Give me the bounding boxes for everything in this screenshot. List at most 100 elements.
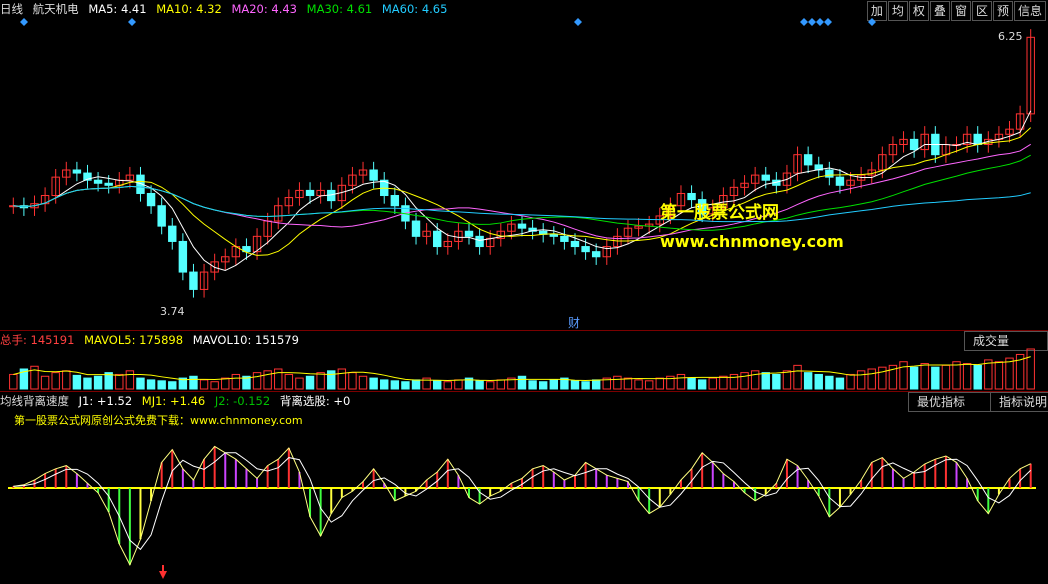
event-diamond-icon bbox=[574, 18, 582, 26]
volume-bar bbox=[369, 377, 378, 390]
volume-bar bbox=[125, 370, 135, 390]
finance-event-marker[interactable]: 财 bbox=[568, 314, 580, 331]
volume-bar bbox=[295, 377, 304, 390]
volume-bar bbox=[623, 377, 633, 390]
candle-body bbox=[157, 205, 166, 227]
volume-bar bbox=[454, 379, 463, 390]
volume-bar bbox=[931, 366, 940, 390]
candle-body bbox=[411, 220, 421, 237]
volume-bar bbox=[803, 372, 813, 390]
volume-bar bbox=[62, 370, 71, 390]
volume-bar bbox=[867, 368, 876, 390]
candle-body bbox=[909, 138, 919, 151]
volume-bar bbox=[814, 373, 823, 390]
volume-bar bbox=[538, 381, 548, 390]
candle-body bbox=[517, 223, 527, 229]
volume-bar bbox=[337, 368, 347, 390]
volume-bar bbox=[358, 375, 368, 390]
candle-body bbox=[973, 133, 982, 145]
volume-bar bbox=[83, 377, 92, 390]
buy-arrow-icon bbox=[159, 565, 167, 579]
volume-bar bbox=[199, 379, 209, 390]
candle-body bbox=[146, 192, 156, 207]
volume-panel[interactable]: 总手: 145191 MAVOL5: 175898 MAVOL10: 15157… bbox=[0, 331, 1048, 392]
volume-bar bbox=[878, 366, 887, 390]
candle-body bbox=[189, 271, 198, 290]
volume-bar bbox=[761, 372, 770, 390]
indicator-panel[interactable]: 均线背离速度 J1: +1.52 MJ1: +1.46 J2: -0.152 背… bbox=[0, 392, 1048, 584]
volume-bar bbox=[750, 370, 760, 390]
volume-bar bbox=[941, 364, 951, 390]
volume-bar bbox=[284, 373, 294, 390]
candle-body bbox=[305, 189, 315, 197]
volume-bar bbox=[984, 359, 993, 390]
volume-bar bbox=[411, 379, 421, 390]
volume-bars[interactable] bbox=[0, 331, 1048, 391]
volume-bar bbox=[793, 364, 802, 390]
volume-bar bbox=[40, 375, 50, 390]
candle-body bbox=[570, 240, 580, 248]
volume-bar bbox=[549, 379, 559, 390]
j1-line bbox=[13, 445, 1031, 566]
volume-bar bbox=[719, 375, 728, 390]
volume-bar bbox=[157, 380, 166, 390]
candle-body bbox=[72, 169, 82, 174]
volume-bar bbox=[231, 373, 241, 390]
volume-bar bbox=[210, 381, 219, 390]
candle-body bbox=[581, 246, 590, 253]
volume-bar bbox=[93, 375, 103, 390]
volume-bar bbox=[952, 361, 961, 390]
volume-bar bbox=[676, 373, 686, 390]
volume-bar bbox=[909, 366, 919, 390]
volume-bar bbox=[401, 381, 410, 390]
volume-bar bbox=[994, 361, 1004, 390]
candle-body bbox=[825, 169, 834, 178]
volume-bar bbox=[634, 379, 643, 390]
candlestick-chart[interactable] bbox=[0, 0, 1048, 330]
volume-bar bbox=[613, 375, 622, 390]
volume-bar bbox=[528, 380, 537, 390]
volume-bar bbox=[72, 374, 82, 390]
volume-bar bbox=[687, 377, 696, 390]
volume-bar bbox=[443, 381, 453, 390]
candle-body bbox=[369, 169, 378, 181]
candle-body bbox=[433, 230, 442, 248]
volume-bar bbox=[168, 381, 177, 390]
volume-bar bbox=[962, 363, 972, 390]
volume-bar bbox=[305, 375, 315, 390]
volume-bar bbox=[581, 381, 590, 390]
candle-body bbox=[560, 235, 569, 242]
event-diamond-icon bbox=[824, 18, 832, 26]
indicator-chart[interactable] bbox=[0, 392, 1048, 584]
candle-body bbox=[835, 176, 845, 186]
event-diamond-icon bbox=[808, 18, 816, 26]
volume-bar bbox=[433, 380, 442, 390]
volume-bar bbox=[782, 370, 792, 390]
volume-bar bbox=[252, 372, 262, 390]
watermark-title: 第一股票公式网 bbox=[660, 203, 779, 223]
volume-bar bbox=[835, 377, 845, 390]
candle-body bbox=[549, 233, 559, 237]
watermark-url: www.chnmoney.com bbox=[660, 232, 844, 251]
volume-bar bbox=[221, 377, 230, 390]
volume-bar bbox=[475, 380, 484, 390]
volume-bar bbox=[644, 380, 654, 390]
volume-bar bbox=[772, 373, 781, 390]
volume-bar bbox=[570, 380, 580, 390]
candle-body bbox=[93, 179, 103, 184]
volume-bar bbox=[136, 377, 145, 390]
volume-bar bbox=[189, 375, 198, 390]
volume-bar bbox=[825, 375, 834, 390]
volume-bar bbox=[697, 379, 707, 390]
volume-bar bbox=[316, 372, 325, 390]
price-panel[interactable]: 日线 航天机电 MA5: 4.41 MA10: 4.32 MA20: 4.43 … bbox=[0, 0, 1048, 331]
candle-body bbox=[464, 230, 474, 237]
volume-bar bbox=[591, 379, 601, 390]
candle-body bbox=[475, 235, 484, 248]
volume-bar bbox=[327, 370, 336, 390]
event-diamond-icon bbox=[868, 18, 876, 26]
volume-bar bbox=[274, 368, 283, 390]
volume-bar bbox=[846, 373, 855, 390]
low-price-label: 3.74 bbox=[160, 305, 185, 318]
candle-body bbox=[104, 182, 113, 186]
